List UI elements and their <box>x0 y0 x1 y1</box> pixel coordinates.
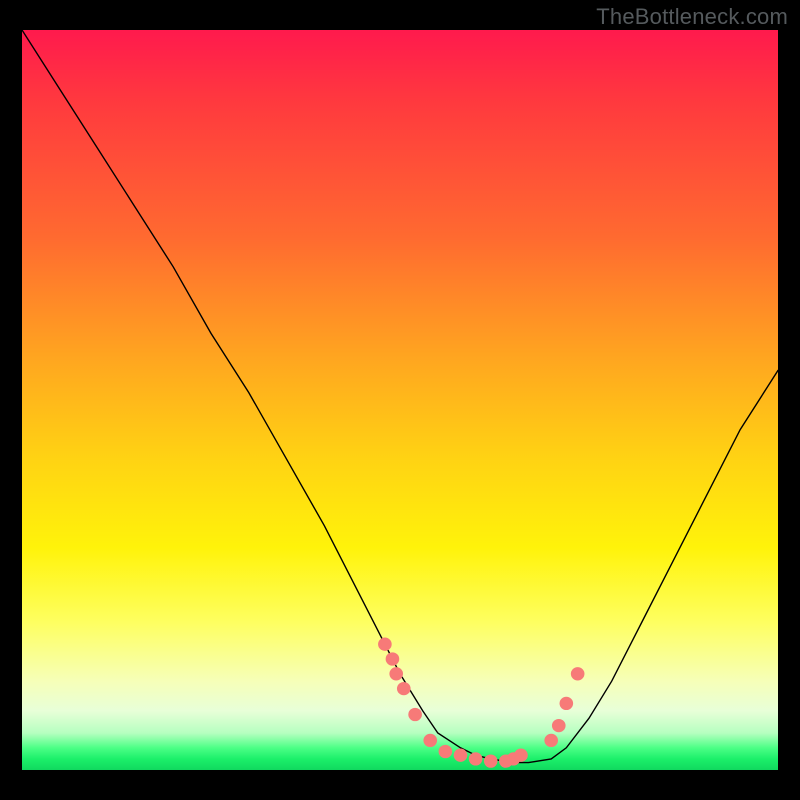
marker-dot <box>378 638 392 651</box>
marker-dot <box>439 745 453 758</box>
marker-dot <box>469 752 483 765</box>
marker-dot <box>408 708 422 721</box>
marker-dot <box>544 734 558 747</box>
marker-dot <box>514 749 528 762</box>
marker-dots <box>378 638 584 768</box>
watermark-text: TheBottleneck.com <box>596 4 788 30</box>
plot-area <box>22 30 778 770</box>
marker-dot <box>571 667 585 680</box>
chart-stage: TheBottleneck.com <box>0 0 800 800</box>
marker-dot <box>389 667 403 680</box>
marker-dot <box>397 682 411 695</box>
curve-layer <box>22 30 778 770</box>
bottleneck-curve <box>22 30 778 763</box>
marker-dot <box>560 697 574 710</box>
marker-dot <box>423 734 437 747</box>
marker-dot <box>386 652 400 665</box>
marker-dot <box>552 719 566 732</box>
marker-dot <box>484 754 498 767</box>
marker-dot <box>454 749 468 762</box>
